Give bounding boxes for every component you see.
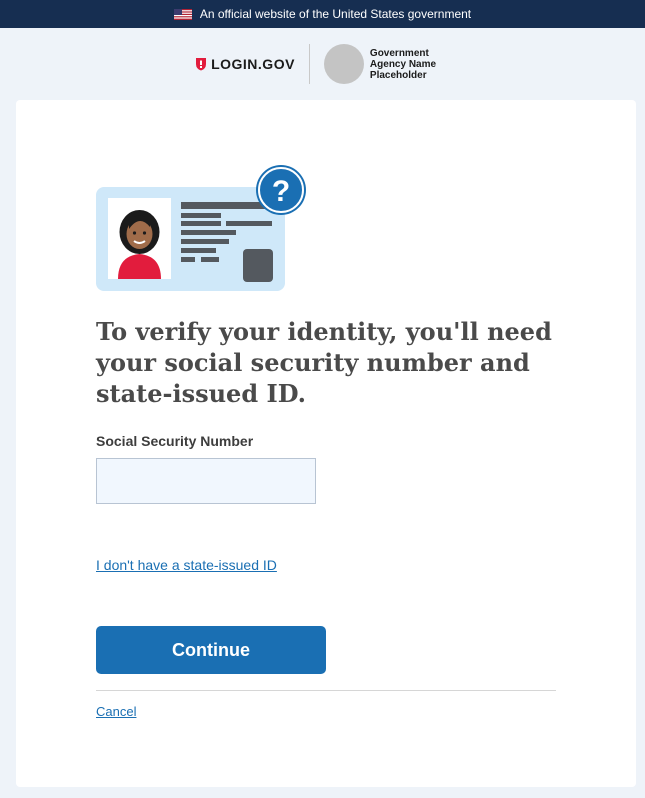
page-heading: To verify your identity, you'll need you…: [96, 317, 552, 408]
cancel-link[interactable]: Cancel: [96, 704, 136, 719]
header-divider: [308, 44, 310, 84]
continue-button[interactable]: Continue: [96, 626, 326, 674]
id-card-illustration: ?: [96, 165, 306, 291]
agency-logo-placeholder: [323, 44, 364, 84]
ssn-label: Social Security Number: [96, 433, 254, 449]
site-header: LOGIN.GOV Government Agency Name Placeho…: [0, 28, 645, 100]
agency-name: Government Agency Name Placeholder: [369, 47, 437, 81]
agency-block: Government Agency Name Placeholder: [323, 44, 450, 84]
banner-text: An official website of the United States…: [199, 7, 472, 21]
question-badge-icon: ?: [256, 165, 306, 215]
ssn-input[interactable]: [96, 458, 316, 504]
us-flag-icon: [173, 8, 192, 20]
logo-text: LOGIN.GOV: [211, 56, 295, 72]
shield-icon: [196, 58, 207, 71]
main-card: ? To verify your identity, you'll need y…: [16, 100, 636, 787]
no-state-id-link[interactable]: I don't have a state-issued ID: [96, 557, 277, 573]
divider: [96, 690, 556, 691]
gov-banner: An official website of the United States…: [0, 0, 645, 28]
svg-text:?: ?: [272, 175, 290, 208]
login-gov-logo[interactable]: LOGIN.GOV: [195, 56, 295, 72]
